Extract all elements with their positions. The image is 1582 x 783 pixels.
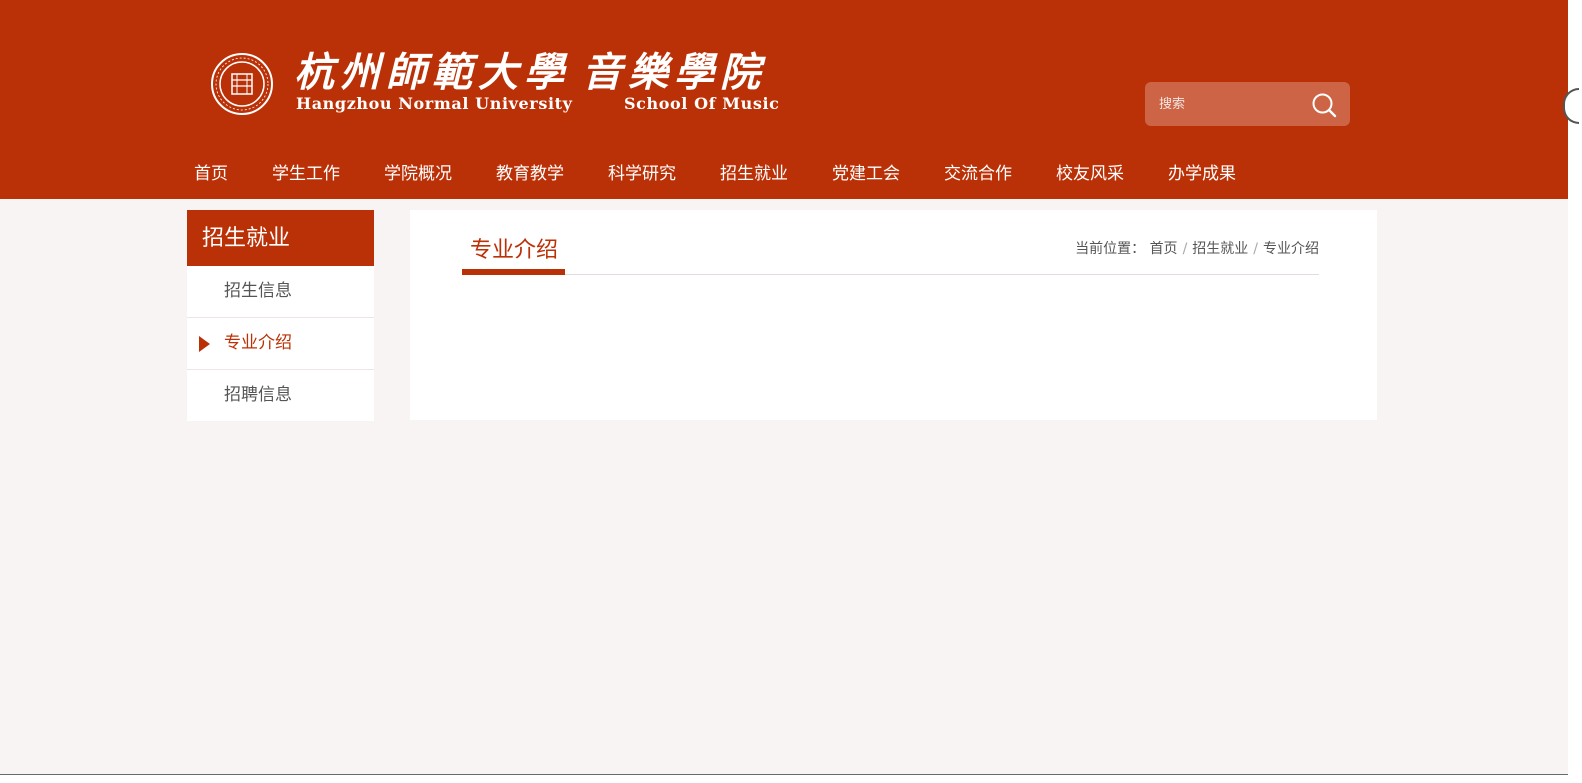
sidebar-item-recruitment-info[interactable]: 招聘信息 — [187, 370, 374, 421]
search-icon[interactable] — [1310, 91, 1338, 119]
site-logo[interactable]: 杭州師範大學 音樂學院 Hangzhou Normal University Sc… — [210, 50, 810, 116]
logo-english-university: Hangzhou Normal University — [296, 94, 573, 113]
sidebar: 招生就业 招生信息 专业介绍 招聘信息 — [187, 210, 374, 421]
nav-item-teaching[interactable]: 教育教学 — [488, 156, 572, 192]
breadcrumb-prefix: 当前位置： — [1075, 241, 1146, 257]
sidebar-item-label: 招生信息 — [224, 281, 292, 301]
logo-university-calligraphy: 杭州師範大學 — [294, 49, 570, 96]
nav-item-party-union[interactable]: 党建工会 — [824, 156, 908, 192]
sidebar-item-label: 招聘信息 — [224, 385, 292, 405]
nav-item-home[interactable]: 首页 — [186, 156, 236, 192]
breadcrumb-separator: / — [1253, 241, 1258, 257]
breadcrumb: 当前位置： 首页 / 招生就业 / 专业介绍 — [1075, 238, 1319, 258]
logo-school-calligraphy: 音樂學院 — [582, 49, 766, 96]
main-nav: 首页 学生工作 学院概况 教育教学 科学研究 招生就业 党建工会 交流合作 校友… — [186, 156, 1272, 192]
sidebar-item-admission-info[interactable]: 招生信息 — [187, 266, 374, 318]
search-input[interactable] — [1155, 92, 1313, 116]
sidebar-title: 招生就业 — [187, 210, 374, 266]
nav-item-achievements[interactable]: 办学成果 — [1160, 156, 1244, 192]
university-seal-icon — [211, 53, 273, 115]
nav-item-alumni[interactable]: 校友风采 — [1048, 156, 1132, 192]
main-content: 专业介绍 当前位置： 首页 / 招生就业 / 专业介绍 — [410, 210, 1377, 420]
title-underline — [462, 269, 565, 275]
sidebar-item-label: 专业介绍 — [224, 333, 292, 353]
nav-item-admissions[interactable]: 招生就业 — [712, 156, 796, 192]
nav-item-research[interactable]: 科学研究 — [600, 156, 684, 192]
sidebar-item-major-intro[interactable]: 专业介绍 — [187, 318, 374, 370]
breadcrumb-admissions[interactable]: 招生就业 — [1192, 241, 1248, 257]
logo-calligraphy: 杭州師範大學 音樂學院 — [294, 50, 766, 96]
bottom-strip — [0, 775, 1568, 783]
title-divider — [462, 274, 1319, 275]
breadcrumb-home[interactable]: 首页 — [1150, 241, 1178, 257]
triangle-right-icon — [199, 336, 210, 352]
page-title: 专业介绍 — [470, 238, 559, 263]
site-header: 杭州師範大學 音樂學院 Hangzhou Normal University Sc… — [0, 0, 1568, 199]
breadcrumb-separator: / — [1182, 241, 1188, 257]
search-box — [1145, 82, 1350, 126]
nav-item-about[interactable]: 学院概况 — [376, 156, 460, 192]
nav-item-student-affairs[interactable]: 学生工作 — [264, 156, 348, 192]
logo-english-school: School Of Music — [624, 94, 780, 113]
breadcrumb-current[interactable]: 专业介绍 — [1263, 241, 1319, 257]
nav-item-exchange[interactable]: 交流合作 — [936, 156, 1020, 192]
